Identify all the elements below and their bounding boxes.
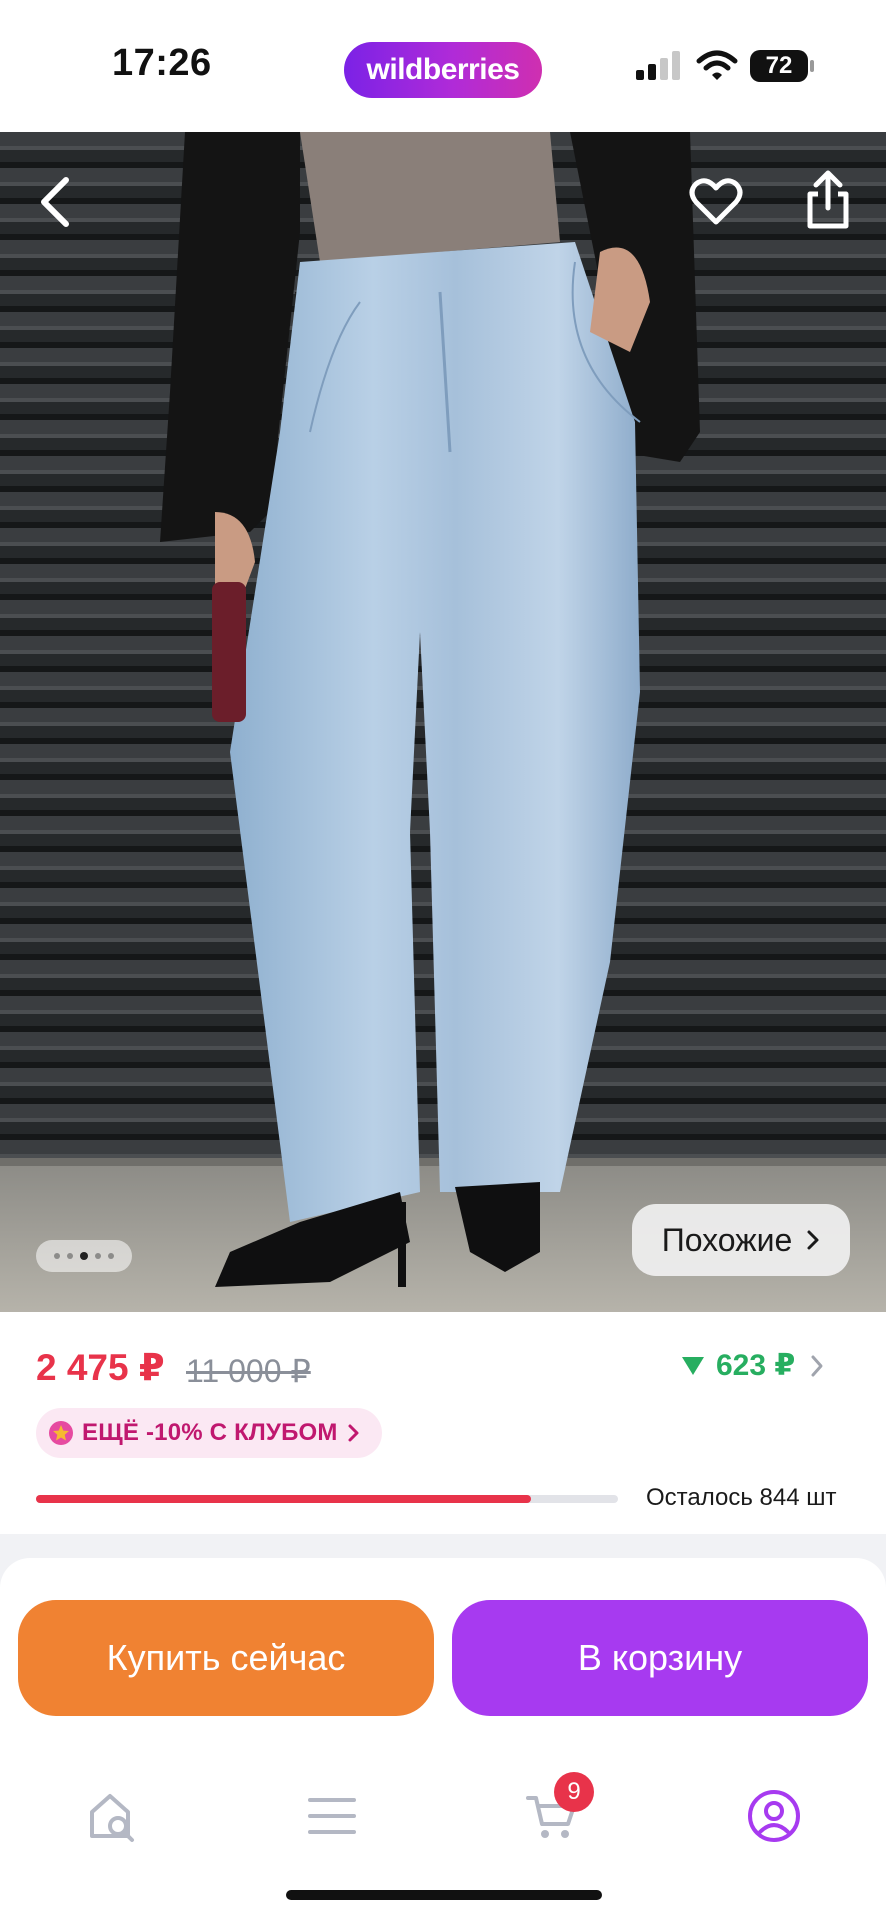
product-page: 17:26 wildberries 72 Похожие 2 475 ₽ 11 … xyxy=(0,0,886,1920)
old-price: 11 000 ₽ xyxy=(186,1353,311,1389)
chevron-right-icon xyxy=(348,1424,359,1442)
add-to-cart-button[interactable]: В корзину xyxy=(452,1600,868,1716)
back-button[interactable] xyxy=(24,170,88,234)
tab-home[interactable] xyxy=(80,1784,144,1848)
similar-products-button[interactable]: Похожие xyxy=(632,1204,850,1276)
current-price: 2 475 ₽ xyxy=(36,1347,165,1388)
similar-products-label: Похожие xyxy=(661,1221,793,1258)
home-search-icon xyxy=(90,1794,134,1842)
cart-count-badge: 9 xyxy=(554,1772,594,1812)
chevron-right-icon xyxy=(811,1355,823,1376)
battery-level: 72 xyxy=(765,52,793,79)
club-offer-label: ЕЩЁ -10% С КЛУБОМ xyxy=(82,1419,338,1446)
status-bar: 17:26 wildberries 72 xyxy=(0,0,886,132)
tab-bar: 9 xyxy=(0,1758,886,1868)
battery-icon: 72 xyxy=(750,50,808,82)
gallery-pagination xyxy=(36,1240,132,1272)
menu-icon xyxy=(308,1798,356,1834)
cashback-button[interactable]: 623 ₽ xyxy=(680,1348,827,1383)
stock-progress-bar xyxy=(36,1495,618,1503)
tab-profile[interactable] xyxy=(742,1784,806,1848)
brand-logo-text: wildberries xyxy=(366,53,520,86)
cashback-value: 623 ₽ xyxy=(716,1349,796,1382)
status-time: 17:26 xyxy=(112,42,212,84)
brand-logo[interactable]: wildberries xyxy=(344,42,542,98)
battery-cap xyxy=(810,60,814,72)
pagination-dot xyxy=(67,1253,73,1259)
chevron-right-icon xyxy=(807,1230,819,1250)
tab-catalog[interactable] xyxy=(300,1784,364,1848)
share-button[interactable] xyxy=(796,168,860,232)
cellular-signal-icon xyxy=(636,51,680,80)
share-icon xyxy=(807,170,849,229)
pagination-dot xyxy=(108,1253,114,1259)
favorite-button[interactable] xyxy=(684,170,748,234)
profile-icon xyxy=(748,1790,800,1842)
product-gallery[interactable]: Похожие xyxy=(0,132,886,1312)
pagination-dot xyxy=(95,1253,101,1259)
system-icons: 72 xyxy=(632,46,842,86)
bottom-area: Купить сейчас В корзину 9 xyxy=(0,1534,886,1920)
pagination-dot xyxy=(54,1253,60,1259)
product-photo[interactable] xyxy=(0,132,886,1312)
club-offer-button[interactable]: ЕЩЁ -10% С КЛУБОМ xyxy=(36,1408,382,1458)
add-to-cart-label: В корзину xyxy=(577,1637,743,1678)
heart-icon xyxy=(689,178,743,225)
triangle-down-icon xyxy=(682,1356,704,1375)
pagination-dot-active xyxy=(80,1252,88,1260)
home-indicator[interactable] xyxy=(286,1890,602,1900)
buy-now-label: Купить сейчас xyxy=(106,1637,346,1678)
stock-progress-fill xyxy=(36,1495,531,1503)
stock-remaining: Осталось 844 шт xyxy=(646,1484,837,1511)
back-arrow-icon xyxy=(41,177,69,227)
buy-now-button[interactable]: Купить сейчас xyxy=(18,1600,434,1716)
star-badge-icon xyxy=(49,1421,73,1445)
wifi-icon xyxy=(696,50,738,80)
action-panel: Купить сейчас В корзину 9 xyxy=(0,1558,886,1920)
price-card: 2 475 ₽ 11 000 ₽ 623 ₽ ЕЩЁ -10% С КЛУБОМ… xyxy=(0,1312,886,1534)
